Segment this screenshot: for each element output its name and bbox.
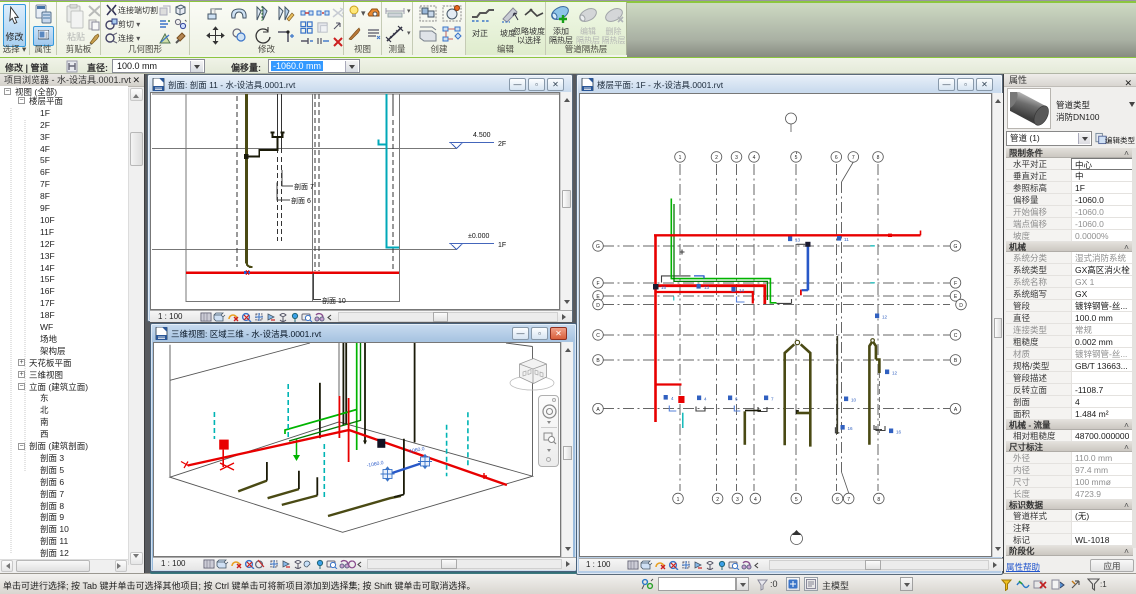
svg-text:3: 3 [736,497,739,503]
svg-text:8: 8 [877,497,880,503]
svg-text:-1060.0: -1060.0 [366,460,384,469]
svg-text:15: 15 [661,285,667,290]
svg-text:4: 4 [754,497,757,503]
svg-text:剖面 10: 剖面 10 [322,296,346,305]
svg-text:1: 1 [679,155,682,161]
svg-text:16: 16 [896,430,902,435]
svg-text:12: 12 [892,371,898,376]
svg-text:3: 3 [735,155,738,161]
svg-text:7: 7 [771,397,774,402]
svg-text:G: G [954,244,958,250]
svg-text:13: 13 [795,238,801,243]
svg-text:14: 14 [739,288,745,293]
svg-text:5: 5 [795,155,798,161]
svg-text:10: 10 [851,398,857,403]
svg-text:F: F [596,281,599,287]
svg-text:2F: 2F [498,141,506,148]
svg-text:2: 2 [716,497,719,503]
svg-text:G: G [596,244,600,250]
svg-text:4: 4 [753,155,756,161]
svg-text:±0.000: ±0.000 [468,233,489,240]
svg-text:12: 12 [882,315,888,320]
svg-text:C: C [954,333,958,339]
svg-text:16: 16 [848,426,854,431]
svg-text:F: F [954,281,957,287]
svg-text:6: 6 [835,155,838,161]
svg-text:剖面 7: 剖面 7 [294,182,314,191]
svg-text:4: 4 [671,396,674,401]
svg-text:1F: 1F [498,242,506,249]
svg-text:2: 2 [715,155,718,161]
svg-text:5: 5 [795,497,798,503]
svg-text:D: D [959,303,963,309]
svg-text:13: 13 [704,285,710,290]
svg-text:8: 8 [877,155,880,161]
svg-text:6: 6 [836,497,839,503]
svg-text:C: C [596,333,600,339]
svg-text:4.500: 4.500 [473,132,491,139]
svg-text:6: 6 [735,397,738,402]
svg-text:4: 4 [704,397,707,402]
svg-text:7: 7 [852,155,855,161]
svg-text:11: 11 [844,237,849,242]
svg-text:1: 1 [677,497,680,503]
svg-text:剖面 6: 剖面 6 [291,196,311,205]
svg-text:7: 7 [847,497,850,503]
svg-text:D: D [596,303,600,309]
